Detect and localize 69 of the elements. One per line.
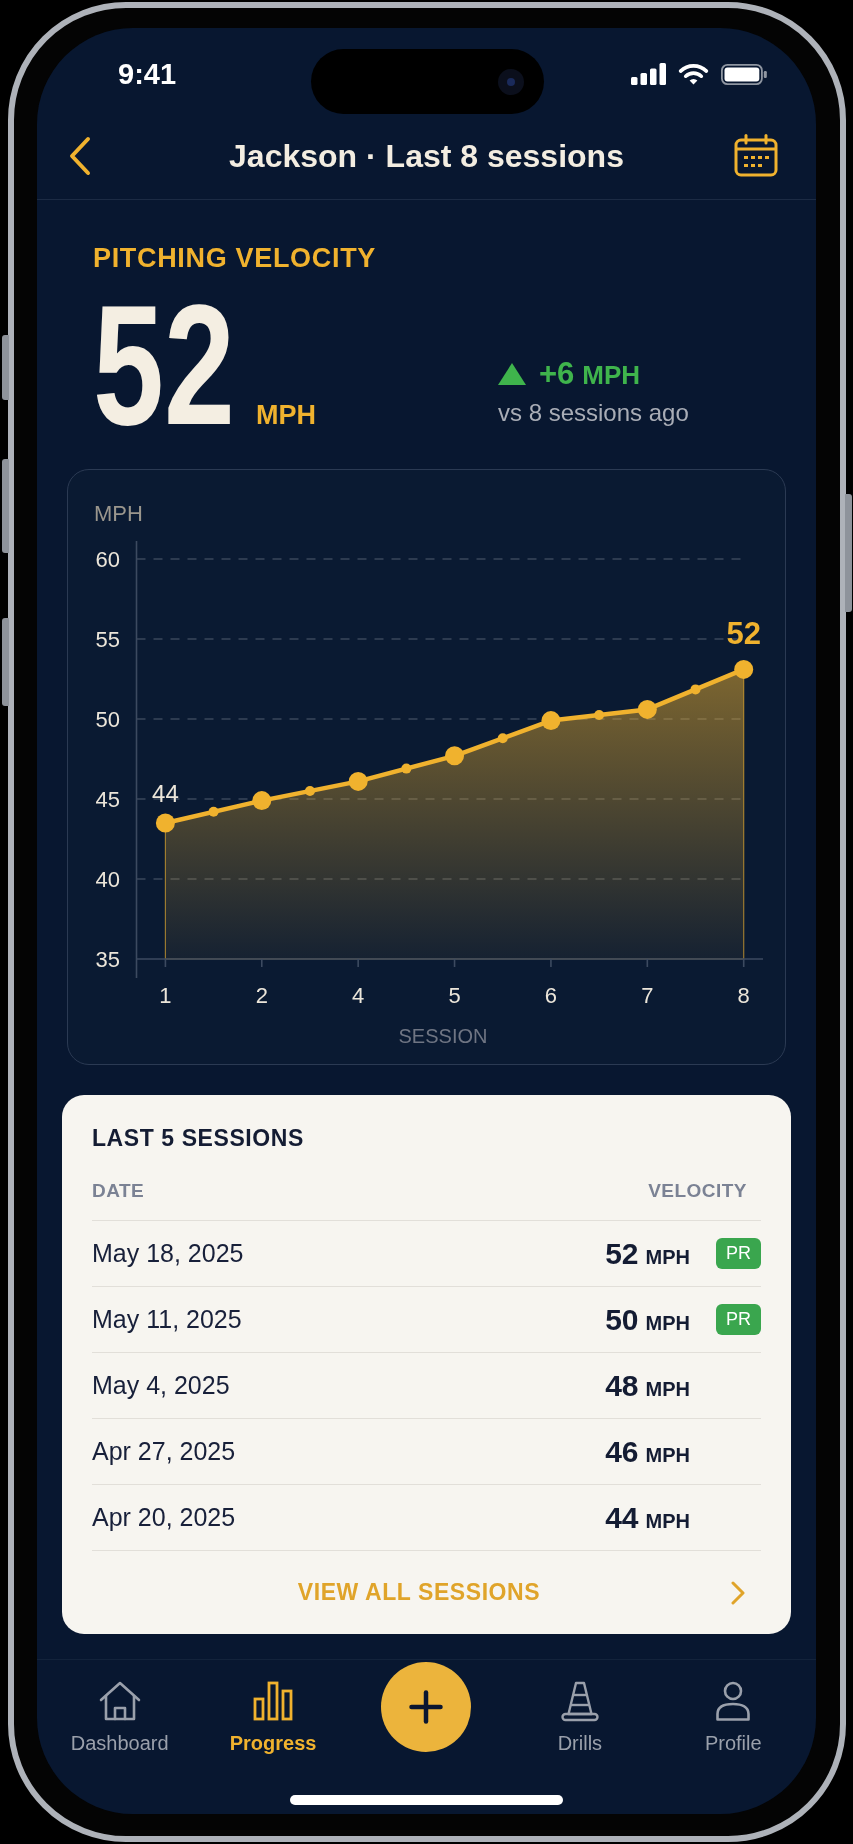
chevron-right-icon [731, 1580, 745, 1605]
axis-tick-label: 4 [352, 982, 365, 1008]
card-title: LAST 5 SESSIONS [92, 1124, 304, 1153]
battery-icon [721, 63, 767, 85]
plus-icon [409, 1690, 444, 1724]
change-caption: vs 8 sessions ago [498, 398, 689, 428]
unit-label: MPH [645, 1245, 690, 1270]
axis-tick-label: 60 [95, 546, 120, 572]
data-point [734, 659, 754, 679]
data-point [348, 771, 368, 791]
person-icon [715, 1681, 752, 1721]
data-label: 44 [152, 779, 179, 807]
home-icon [98, 1681, 141, 1721]
velocity-cell-text: 48 [605, 1368, 639, 1404]
axis-title: SESSION [398, 1025, 488, 1047]
velocity-unit: MPH [256, 402, 316, 429]
axis-tick-label: 2 [255, 982, 268, 1008]
axis-tick-label: 55 [95, 626, 120, 652]
calendar-icon[interactable] [734, 134, 778, 177]
unit-label: MPH [645, 1377, 690, 1402]
axis-tick-label: 1 [159, 982, 172, 1008]
signal-icon [631, 63, 666, 85]
date-cell-text: May 18, 2025 [92, 1237, 244, 1269]
data-point [445, 746, 465, 766]
velocity-cell-text: 50 [605, 1302, 639, 1338]
data-label: 52 [726, 615, 761, 651]
nav-tab[interactable]: Drills [557, 1681, 603, 1755]
date-cell-text: Apr 27, 2025 [92, 1435, 236, 1467]
frame-side-ridge [2, 335, 9, 400]
camera-lens-icon [498, 68, 524, 95]
axis-tick-label: 8 [737, 982, 750, 1008]
metric-label: PITCHING VELOCITY [93, 242, 376, 274]
wifi-icon [678, 63, 709, 85]
axis-tick-label: 40 [95, 866, 120, 892]
axis-title: MPH [94, 500, 143, 526]
axis-tick-label: 50 [95, 706, 120, 732]
change-amount: +6 [539, 355, 575, 392]
pr-badge: PR [716, 1238, 761, 1269]
data-point [637, 699, 657, 719]
data-point [541, 711, 561, 731]
data-point [252, 791, 272, 811]
date-cell-text: Apr 20, 2025 [92, 1501, 236, 1533]
nav-tab[interactable]: Dashboard [70, 1681, 169, 1755]
nav-tab[interactable]: Profile [704, 1681, 762, 1755]
axis-tick-label: 7 [641, 982, 654, 1008]
axis-tick-label: 35 [95, 946, 120, 972]
axis-tick-label: 5 [448, 982, 461, 1008]
status-time: 9:41 [118, 59, 177, 89]
column-header: VELOCITY [648, 1179, 747, 1204]
velocity-value: 52 [93, 300, 235, 430]
date-cell-text: May 11, 2025 [92, 1303, 242, 1335]
axis-tick-label: 45 [95, 786, 120, 812]
velocity-cell-text: 44 [605, 1500, 639, 1536]
velocity-cell-text: 52 [605, 1236, 639, 1272]
back-chevron-icon[interactable] [68, 135, 92, 176]
unit-label: MPH [645, 1443, 690, 1468]
date-cell-text: May 4, 2025 [92, 1369, 230, 1401]
nav-tab[interactable]: Progress [229, 1681, 317, 1755]
pr-badge: PR [716, 1304, 761, 1335]
screen-title: Jackson · Last 8 sessions [229, 136, 624, 176]
change-unit: MPH [582, 358, 641, 392]
velocity-cell-text: 46 [605, 1434, 639, 1470]
data-point [155, 813, 175, 833]
column-header: DATE [92, 1179, 145, 1204]
bar-chart-icon [253, 1681, 294, 1721]
axis-tick-label: 6 [544, 982, 558, 1008]
unit-label: MPH [645, 1509, 690, 1534]
unit-label: MPH [645, 1311, 690, 1336]
cone-icon [559, 1680, 600, 1722]
